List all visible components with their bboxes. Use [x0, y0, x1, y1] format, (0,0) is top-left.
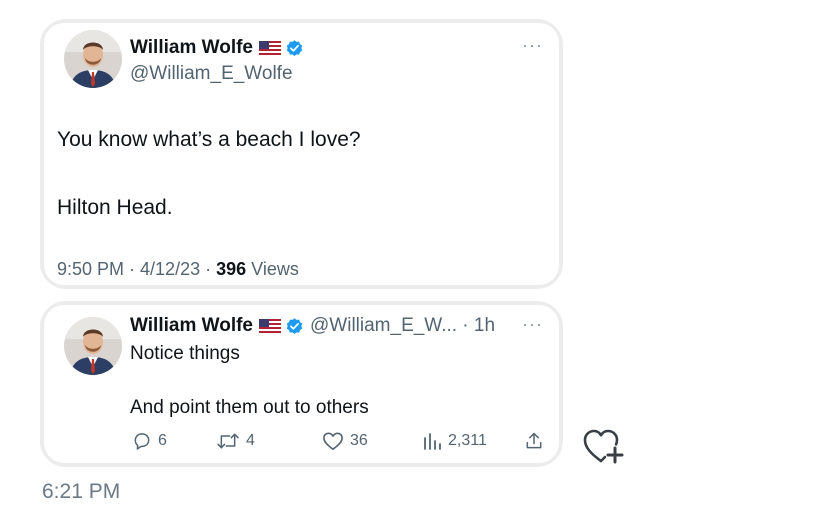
more-options-icon[interactable]: ···	[522, 35, 543, 56]
retweet-count: 4	[246, 432, 255, 449]
tweet-text-line-2: Hilton Head.	[57, 196, 173, 219]
us-flag-icon	[259, 318, 281, 334]
avatar-photo	[64, 317, 122, 375]
imessage-thread: William Wolfe @William_E_Wolfe ··· You k…	[0, 0, 828, 509]
reply-author-avatar[interactable]	[64, 317, 122, 375]
reply-icon	[134, 433, 150, 450]
verified-badge-icon[interactable]	[285, 317, 304, 336]
views-count: 2,311	[448, 432, 487, 449]
reply-author-handle-time[interactable]: @William_E_W... · 1h	[310, 315, 495, 337]
reply-author-name[interactable]: William Wolfe	[130, 315, 253, 337]
views-icon	[424, 433, 441, 450]
author-avatar[interactable]	[64, 30, 122, 88]
heart-add-icon[interactable]	[582, 426, 626, 471]
tweet-text-line-1: You know what’s a beach I love?	[57, 128, 361, 151]
author-name-row: William Wolfe	[130, 37, 304, 59]
retweet-button[interactable]: 4	[216, 431, 255, 451]
more-options-icon[interactable]: ···	[522, 314, 543, 335]
author-name[interactable]: William Wolfe	[130, 37, 253, 59]
reply-text-line-2: And point them out to others	[130, 397, 369, 418]
reply-button[interactable]: 6	[132, 431, 167, 451]
verified-badge-icon[interactable]	[285, 39, 304, 58]
reply-text-line-1: Notice things	[130, 343, 240, 364]
reply-count: 6	[158, 432, 167, 449]
tweet-card[interactable]: William Wolfe @William_E_Wolfe ··· You k…	[44, 23, 559, 285]
like-button[interactable]: 36	[322, 431, 368, 451]
tweet-views-label: Views	[246, 259, 299, 279]
tweet-meta: 9:50 PM · 4/12/23 · 396 Views	[57, 259, 299, 280]
retweet-icon	[217, 433, 239, 449]
us-flag-icon	[259, 40, 281, 56]
author-handle[interactable]: @William_E_Wolfe	[130, 63, 293, 85]
like-count: 36	[350, 432, 368, 449]
heart-icon	[323, 432, 343, 450]
avatar-photo	[64, 30, 122, 88]
tweet-timestamp[interactable]: 9:50 PM · 4/12/23 ·	[57, 259, 216, 279]
share-button[interactable]	[524, 431, 550, 451]
message-timestamp: 6:21 PM	[42, 480, 121, 503]
reply-author-row: William Wolfe @William_E_W... · 1h	[130, 315, 495, 337]
views-button[interactable]: 2,311	[422, 431, 487, 451]
tweet-views-count: 396	[216, 259, 247, 279]
reply-card[interactable]: William Wolfe @William_E_W... · 1h ··· N…	[44, 305, 559, 463]
share-icon	[526, 432, 542, 449]
